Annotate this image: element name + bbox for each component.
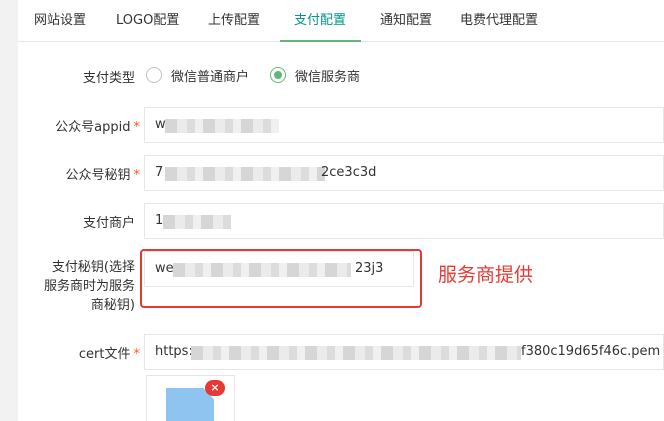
radio-service-provider[interactable] [270,67,286,83]
secret-label: 公众号秘钥 * [30,164,140,183]
cert-file-label: cert文件 * [40,343,140,362]
merchant-input[interactable]: 1 [144,203,664,239]
annotation-text: 服务商提供 [438,264,534,286]
required-mark: * [133,347,141,362]
pay-secret-label-line-3: 商秘钥) [90,298,135,313]
secret-label-text: 公众号秘钥 [65,168,131,183]
settings-tabs: 网站设置 LOGO配置 上传配置 支付配置 通知配置 电费代理配置 [18,0,664,42]
appid-label: 公众号appid * [30,116,140,135]
required-mark: * [133,168,141,183]
redacted-mask [165,119,279,133]
payment-type-label: 支付类型 [82,71,135,86]
appid-input[interactable]: w [144,107,664,143]
delete-file-icon[interactable]: × [205,380,225,396]
tab-notification-config[interactable]: 通知配置 [380,0,432,42]
cert-file-label-text: cert文件 [78,347,131,362]
pay-secret-label: 支付秘钥(选择 服务商时为服务 商秘钥) [30,258,135,315]
left-panel-edge [0,0,18,421]
cert-file-input[interactable]: https: f380c19d65f46c.pem [144,334,664,370]
pay-secret-label-line-2: 服务商时为服务 [43,279,135,294]
tab-payment-config[interactable]: 支付配置 [294,0,346,42]
merchant-label: 支付商户 [82,216,135,231]
radio-ordinary-merchant-label[interactable]: 微信普通商户 [171,66,249,85]
tab-logo-config[interactable]: LOGO配置 [116,0,179,42]
required-mark: * [133,120,141,135]
radio-service-provider-label[interactable]: 微信服务商 [295,66,360,85]
redacted-mask [165,167,325,181]
appid-label-text: 公众号appid [55,120,131,135]
tab-site-settings[interactable]: 网站设置 [34,0,86,42]
cert-file-value-prefix: https: [155,344,193,359]
cert-file-value-suffix: f380c19d65f46c.pem [521,344,661,359]
tab-upload-config[interactable]: 上传配置 [208,0,260,42]
secret-value-prefix: 7 [155,165,164,180]
active-tab-indicator [280,40,361,42]
redacted-mask [191,346,521,360]
tab-electricity-agent-config[interactable]: 电费代理配置 [460,0,538,42]
pay-secret-label-line-1: 支付秘钥(选择 [51,260,135,275]
highlight-box [140,249,422,308]
redacted-mask [163,215,231,229]
secret-input[interactable]: 7 2ce3c3d [144,155,664,191]
radio-ordinary-merchant[interactable] [146,67,162,83]
secret-value-suffix: 2ce3c3d [321,165,377,180]
